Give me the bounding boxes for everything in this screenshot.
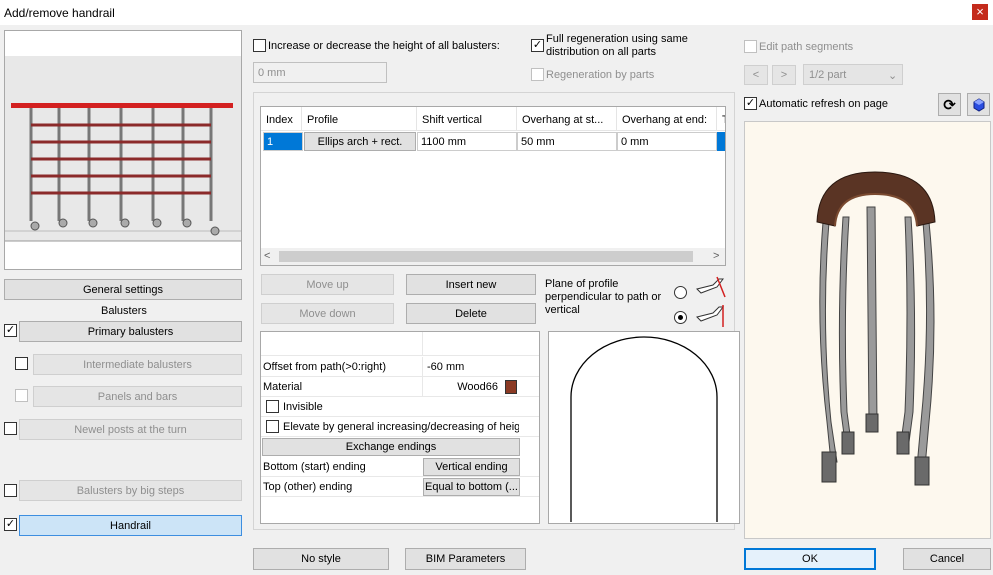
profile-grid[interactable]: Index Profile Shift vertical Overhang at… bbox=[260, 106, 726, 266]
newel-posts-button[interactable]: Newel posts at the turn bbox=[19, 419, 242, 440]
cube-icon bbox=[973, 97, 984, 112]
edit-path-segments-label: Edit path segments bbox=[759, 41, 854, 53]
balusters-big-steps-button[interactable]: Balusters by big steps bbox=[19, 480, 242, 501]
chevron-down-icon: ⌄ bbox=[888, 70, 898, 82]
title-bar bbox=[0, 0, 993, 25]
part-select[interactable]: 1/2 part ⌄ bbox=[803, 64, 903, 85]
exchange-endings-button[interactable]: Exchange endings bbox=[262, 438, 520, 456]
col-t[interactable]: T bbox=[717, 107, 725, 131]
newel-posts-checkbox[interactable] bbox=[4, 422, 17, 435]
elevate-label: Elevate by general increasing/decreasing… bbox=[283, 421, 519, 433]
scroll-left-arrow[interactable]: < bbox=[264, 250, 270, 262]
property-grid: Offset from path(>0:right) -60 mm Materi… bbox=[260, 331, 540, 524]
3d-preview-viewport[interactable] bbox=[744, 121, 991, 539]
close-button[interactable]: × bbox=[972, 4, 988, 20]
scroll-right-arrow[interactable]: > bbox=[713, 250, 719, 262]
top-rail-shape bbox=[11, 103, 233, 108]
refresh-icon: ⟳ bbox=[943, 96, 956, 114]
railing-illustration bbox=[5, 56, 241, 242]
bottom-ending-row: Bottom (start) ending Vertical ending bbox=[261, 457, 539, 477]
material-row: Material Wood66 bbox=[261, 377, 539, 397]
automatic-refresh-label: Automatic refresh on page bbox=[759, 98, 889, 110]
move-down-button[interactable]: Move down bbox=[261, 303, 394, 324]
balusters-big-steps-checkbox[interactable] bbox=[4, 484, 17, 497]
invisible-row: Invisible bbox=[261, 397, 539, 417]
full-regeneration-label: Full regeneration using same distributio… bbox=[546, 33, 688, 58]
col-index[interactable]: Index bbox=[261, 107, 302, 131]
refresh-button[interactable]: ⟳ bbox=[938, 93, 961, 116]
next-part-button[interactable]: > bbox=[772, 65, 796, 85]
panels-and-bars-button[interactable]: Panels and bars bbox=[33, 386, 242, 407]
scroll-thumb[interactable] bbox=[279, 251, 693, 262]
edit-path-segments-checkbox[interactable] bbox=[744, 40, 757, 53]
top-ending-button[interactable]: Equal to bottom (... bbox=[423, 478, 520, 496]
cancel-button[interactable]: Cancel bbox=[903, 548, 991, 570]
horizontal-scrollbar[interactable]: < > bbox=[261, 248, 725, 265]
invisible-checkbox[interactable] bbox=[266, 400, 279, 413]
material-value[interactable]: Wood66 bbox=[422, 377, 502, 397]
3d-view-button[interactable] bbox=[967, 93, 990, 116]
handrail-preview-image bbox=[4, 30, 242, 270]
handrail-checkbox[interactable]: ✓ bbox=[4, 518, 17, 531]
plane-perpendicular-radio[interactable] bbox=[674, 286, 687, 299]
prev-part-button[interactable]: < bbox=[744, 65, 768, 85]
bottom-ending-button[interactable]: Vertical ending bbox=[423, 458, 520, 476]
arch-profile-shape bbox=[570, 336, 718, 522]
top-ending-label: Top (other) ending bbox=[263, 481, 353, 493]
bim-parameters-button[interactable]: BIM Parameters bbox=[405, 548, 526, 570]
ok-button[interactable]: OK bbox=[744, 548, 876, 570]
delete-button[interactable]: Delete bbox=[406, 303, 536, 324]
plane-of-profile-label: Plane of profile perpendicular to path o… bbox=[545, 278, 662, 316]
no-style-button[interactable]: No style bbox=[253, 548, 389, 570]
vertical-profile-icon bbox=[695, 303, 727, 332]
col-overhang-end[interactable]: Overhang at end: bbox=[617, 107, 717, 131]
col-profile[interactable]: Profile bbox=[302, 107, 417, 131]
profile-shape-preview bbox=[548, 331, 740, 524]
cell-index[interactable]: 1 bbox=[263, 132, 303, 151]
general-settings-button[interactable]: General settings bbox=[4, 279, 242, 300]
balusters-heading: Balusters bbox=[101, 305, 147, 317]
primary-balusters-checkbox[interactable]: ✓ bbox=[4, 324, 17, 337]
plane-vertical-radio[interactable] bbox=[674, 311, 687, 324]
panels-and-bars-checkbox[interactable] bbox=[15, 389, 28, 402]
elevate-checkbox[interactable] bbox=[266, 420, 279, 433]
primary-balusters-button[interactable]: Primary balusters bbox=[19, 321, 242, 342]
cell-shift[interactable]: 1100 mm bbox=[417, 132, 517, 151]
property-header-divider bbox=[422, 332, 423, 356]
cell-overhang-start[interactable]: 50 mm bbox=[517, 132, 617, 151]
bottom-ending-label: Bottom (start) ending bbox=[263, 461, 366, 473]
automatic-refresh-checkbox[interactable]: ✓ bbox=[744, 97, 757, 110]
intermediate-balusters-button[interactable]: Intermediate balusters bbox=[33, 354, 242, 375]
move-up-button[interactable]: Move up bbox=[261, 274, 394, 295]
top-ending-row: Top (other) ending Equal to bottom (... bbox=[261, 477, 539, 497]
property-header-row bbox=[261, 332, 539, 356]
material-color-swatch[interactable] bbox=[505, 380, 517, 394]
material-label: Material bbox=[263, 381, 303, 393]
invisible-label: Invisible bbox=[283, 401, 323, 413]
intermediate-balusters-checkbox[interactable] bbox=[15, 357, 28, 370]
handrail-3d-model bbox=[816, 171, 936, 486]
offset-value[interactable]: -60 mm bbox=[422, 357, 515, 377]
col-shift[interactable]: Shift vertical bbox=[417, 107, 517, 131]
full-regeneration-checkbox[interactable]: ✓ bbox=[531, 39, 544, 52]
height-balusters-checkbox[interactable] bbox=[253, 39, 266, 52]
offset-row: Offset from path(>0:right) -60 mm bbox=[261, 357, 539, 377]
handrail-button[interactable]: Handrail bbox=[19, 515, 242, 536]
height-value-input[interactable]: 0 mm bbox=[253, 62, 387, 83]
cell-overhang-end[interactable]: 0 mm bbox=[617, 132, 717, 151]
regeneration-by-parts-label: Regeneration by parts bbox=[546, 69, 655, 81]
regeneration-by-parts-checkbox[interactable] bbox=[531, 68, 544, 81]
offset-label: Offset from path(>0:right) bbox=[263, 361, 386, 373]
window-title: Add/remove handrail bbox=[4, 6, 115, 20]
cell-t[interactable] bbox=[717, 132, 725, 151]
part-select-value: 1/2 part bbox=[809, 69, 847, 81]
cell-profile[interactable]: Ellips arch + rect. bbox=[304, 132, 416, 151]
perpendicular-profile-icon bbox=[695, 275, 727, 304]
insert-new-button[interactable]: Insert new bbox=[406, 274, 536, 295]
elevate-row: Elevate by general increasing/decreasing… bbox=[261, 417, 539, 437]
height-balusters-label: Increase or decrease the height of all b… bbox=[268, 40, 500, 52]
col-overhang-start[interactable]: Overhang at st... bbox=[517, 107, 617, 131]
